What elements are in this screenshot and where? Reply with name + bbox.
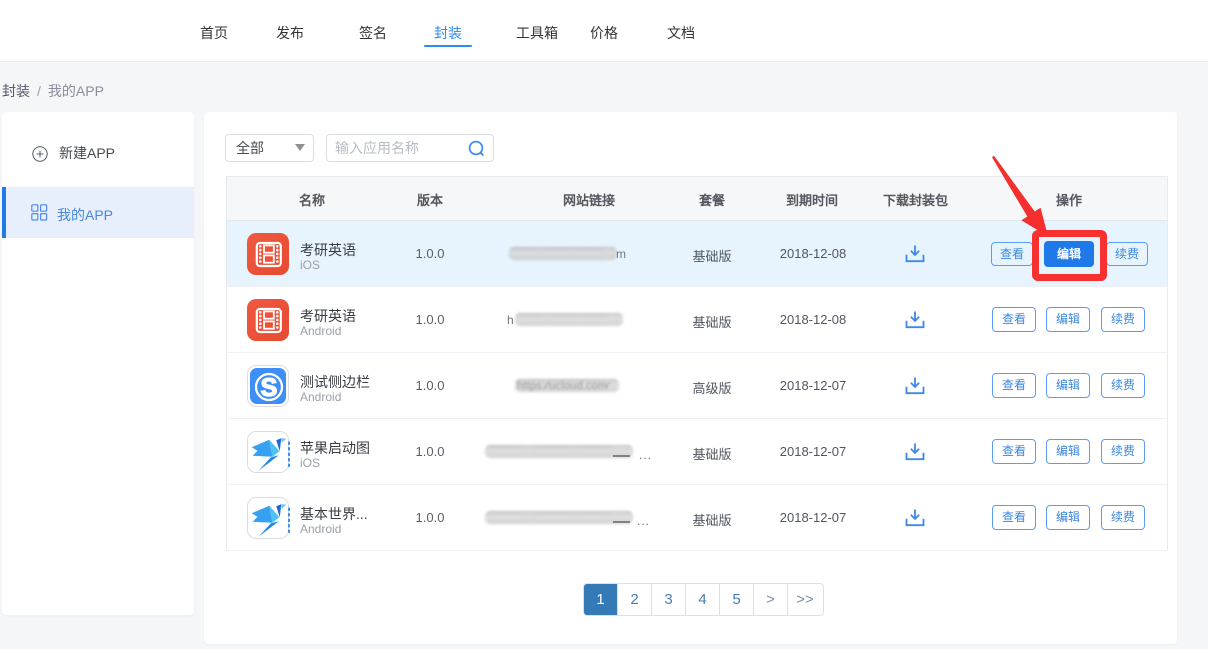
svg-text:S: S [261,374,278,402]
